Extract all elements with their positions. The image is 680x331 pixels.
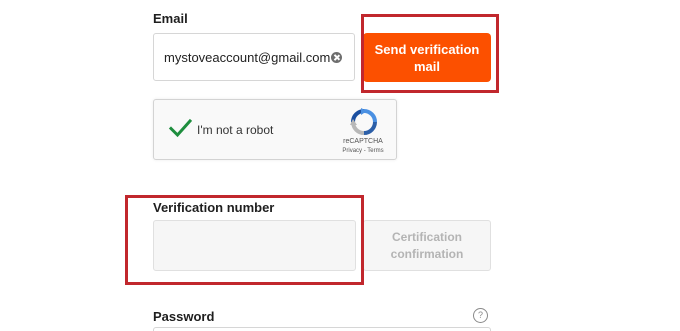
email-value: mystoveaccount@gmail.com [164, 50, 331, 65]
checkmark-icon[interactable] [168, 116, 192, 140]
recaptcha-logo-icon [350, 108, 377, 135]
recaptcha-privacy-terms[interactable]: Privacy - Terms [334, 148, 392, 154]
captcha-label: I'm not a robot [197, 123, 274, 137]
password-label: Password [153, 309, 215, 324]
certification-confirmation-button[interactable]: Certification confirmation [363, 220, 491, 271]
signup-form: Email mystoveaccount@gmail.com Send veri… [0, 0, 680, 331]
recaptcha-widget: I'm not a robot reCAPTCHA Privacy - Term… [153, 99, 397, 160]
clear-icon[interactable] [331, 52, 342, 63]
email-field[interactable]: mystoveaccount@gmail.com [153, 33, 355, 81]
password-input[interactable] [153, 327, 491, 331]
email-label: Email [153, 11, 188, 26]
help-icon[interactable]: ? [473, 308, 488, 323]
send-verification-button[interactable]: Send verification mail [363, 33, 491, 82]
verification-number-label: Verification number [153, 200, 275, 215]
recaptcha-brand: reCAPTCHA [343, 138, 383, 145]
verification-number-input[interactable] [153, 220, 356, 271]
